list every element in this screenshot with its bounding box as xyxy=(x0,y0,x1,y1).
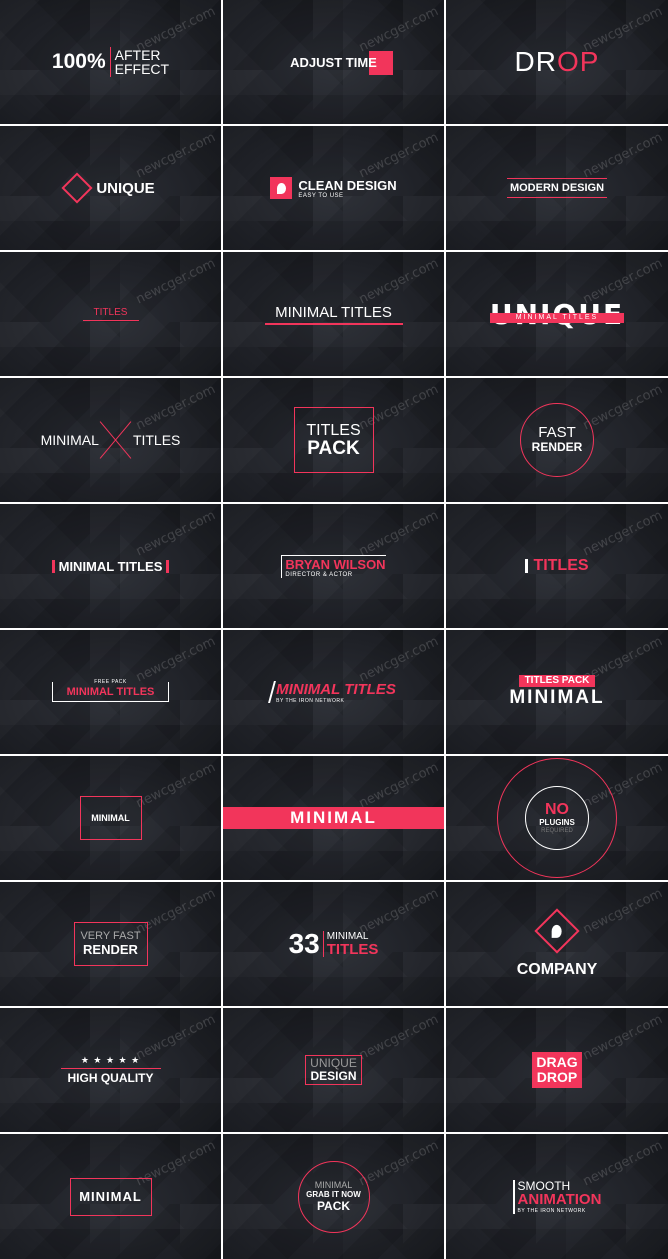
tile-minimal-titles-underline: newcger.com MINIMAL TITLES xyxy=(223,252,444,376)
line xyxy=(82,320,139,321)
tile-text: 100% xyxy=(51,50,106,73)
tile-grab-it-now: newcger.com MINIMAL GRAB IT NOW PACK xyxy=(223,1134,444,1259)
tile-text: ADJUST TIME xyxy=(290,54,377,70)
tile-text: MINIMAL xyxy=(314,1180,353,1190)
line xyxy=(264,322,403,325)
tile-text: 33 xyxy=(288,928,320,959)
diamond-icon xyxy=(61,172,93,204)
tile-very-fast-render: newcger.com VERY FAST RENDER xyxy=(0,882,221,1006)
tile-minimal-x-titles: newcger.com MINIMAL TITLES xyxy=(0,378,221,502)
tile-text: ANIMATION xyxy=(517,1190,602,1208)
tile-text: TITLES xyxy=(132,432,181,448)
accent-bar xyxy=(51,559,55,573)
tile-text: VERY FAST xyxy=(80,930,141,942)
divider xyxy=(322,931,324,957)
tile-text: TITLES xyxy=(306,421,361,439)
tile-drop: newcger.com DR OP xyxy=(446,0,668,124)
logo-icon xyxy=(270,177,293,199)
tile-text: OP xyxy=(556,46,600,77)
line xyxy=(60,1068,161,1069)
tile-subtext: EASY TO USE xyxy=(298,192,344,199)
tile-company: newcger.com COMPANY xyxy=(446,882,668,1006)
tile-text: TITLES xyxy=(533,557,589,574)
tile-text: MINIMAL xyxy=(290,808,377,827)
tile-unique-bold: newcger.com UNIQUE MINIMAL TITLES xyxy=(446,252,668,376)
tile-minimal-titles-bars: newcger.com MINIMAL TITLES xyxy=(0,504,221,628)
tile-titles-pack-minimal: newcger.com TITLES PACK MINIMAL xyxy=(446,630,668,754)
tile-titles-small: newcger.com TITLES xyxy=(0,252,221,376)
tile-text: UNIQUE xyxy=(96,179,155,197)
divider xyxy=(109,47,111,77)
tile-text: TITLES xyxy=(326,941,379,958)
accent-bar xyxy=(166,559,170,573)
tile-drag-drop: newcger.com DRAG DROP xyxy=(446,1008,668,1132)
accent-bar xyxy=(512,1179,515,1214)
tile-text: FAST xyxy=(538,424,576,441)
tile-smooth-animation: newcger.com SMOOTH ANIMATION BY THE IRON… xyxy=(446,1134,668,1259)
tile-text: CLEAN DESIGN xyxy=(298,177,397,193)
tile-text: MINIMAL TITLES xyxy=(58,558,163,574)
tile-text: DESIGN xyxy=(310,1069,357,1083)
tile-banner: MINIMAL TITLES xyxy=(489,312,625,323)
tile-text: BRYAN WILSON xyxy=(285,556,386,572)
tile-text: DRAG xyxy=(536,1054,578,1070)
tile-minimal-banner: newcger.com MINIMAL xyxy=(223,756,444,880)
tile-text: HIGH QUALITY xyxy=(67,1071,154,1085)
outer-ring xyxy=(497,758,617,878)
tile-text: AFTER xyxy=(114,47,161,63)
tile-adjust-time: newcger.com ADJUST TIME xyxy=(223,0,444,124)
tile-text: MINIMAL xyxy=(40,432,99,448)
tile-text: PACK xyxy=(307,437,360,459)
tile-titles-pack: newcger.com TITLES PACK xyxy=(223,378,444,502)
cross-icon xyxy=(99,420,132,460)
tile-text: EFFECT xyxy=(114,61,170,77)
tile-33-minimal-titles: newcger.com 33 MINIMAL TITLES xyxy=(223,882,444,1006)
tile-unique-diamond: newcger.com UNIQUE xyxy=(0,126,221,250)
line xyxy=(507,197,607,198)
tile-text: DR xyxy=(514,46,557,77)
tile-subtext: DIRECTOR & ACTOR xyxy=(285,571,353,578)
tile-text: MINIMAL TITLES xyxy=(275,303,392,321)
tile-free-pack: newcger.com FREE PACK MINIMAL TITLES xyxy=(0,630,221,754)
accent-bar xyxy=(525,559,529,573)
tile-text: RENDER xyxy=(531,440,583,454)
tile-text: DROP xyxy=(536,1069,578,1085)
tile-clean-design: newcger.com CLEAN DESIGN EASY TO USE xyxy=(223,126,444,250)
tile-text: MODERN DESIGN xyxy=(509,182,605,194)
tile-subtext: BY THE IRON NETWORK xyxy=(276,697,345,704)
star-rating-icon: ★ ★ ★ ★ ★ xyxy=(80,1055,141,1065)
tile-bryan-wilson: newcger.com BRYAN WILSON DIRECTOR & ACTO… xyxy=(223,504,444,628)
tile-text: COMPANY xyxy=(516,961,598,978)
tile-minimal-box: newcger.com MINIMAL xyxy=(0,756,221,880)
tile-text: MINIMAL xyxy=(509,687,605,708)
tile-text: MINIMAL TITLES xyxy=(276,680,396,698)
tile-text: RENDER xyxy=(83,942,138,957)
tile-minimal-titles-italic: newcger.com MINIMAL TITLES BY THE IRON N… xyxy=(223,630,444,754)
tile-unique-design: newcger.com UNIQUE DESIGN xyxy=(223,1008,444,1132)
tile-text: MINIMAL xyxy=(91,813,130,823)
tile-text: MINIMAL TITLES xyxy=(66,686,155,698)
line xyxy=(507,178,607,179)
tile-text: PACK xyxy=(316,1199,351,1213)
tile-text: MINIMAL xyxy=(79,1189,142,1204)
accent-bar xyxy=(268,681,277,703)
tile-minimal-frame: newcger.com MINIMAL xyxy=(0,1134,221,1259)
tile-subtext: BY THE IRON NETWORK xyxy=(517,1207,586,1214)
tile-titles-bar: newcger.com TITLES xyxy=(446,504,668,628)
logo-icon xyxy=(534,908,580,954)
title-preview-grid: newcger.com 100% AFTER EFFECT newcger.co… xyxy=(0,0,668,1259)
tile-modern-design: newcger.com MODERN DESIGN xyxy=(446,126,668,250)
tile-high-quality: newcger.com ★ ★ ★ ★ ★ HIGH QUALITY xyxy=(0,1008,221,1132)
tile-text: SMOOTH xyxy=(517,1178,571,1193)
tile-no-plugins: newcger.com NO PLUGINS REQUIRED xyxy=(446,756,668,880)
tile-fast-render: newcger.com FAST RENDER xyxy=(446,378,668,502)
tile-after-effect: newcger.com 100% AFTER EFFECT xyxy=(0,0,221,124)
tile-badge: TITLES PACK xyxy=(518,675,596,687)
tile-text: TITLES xyxy=(93,307,128,318)
